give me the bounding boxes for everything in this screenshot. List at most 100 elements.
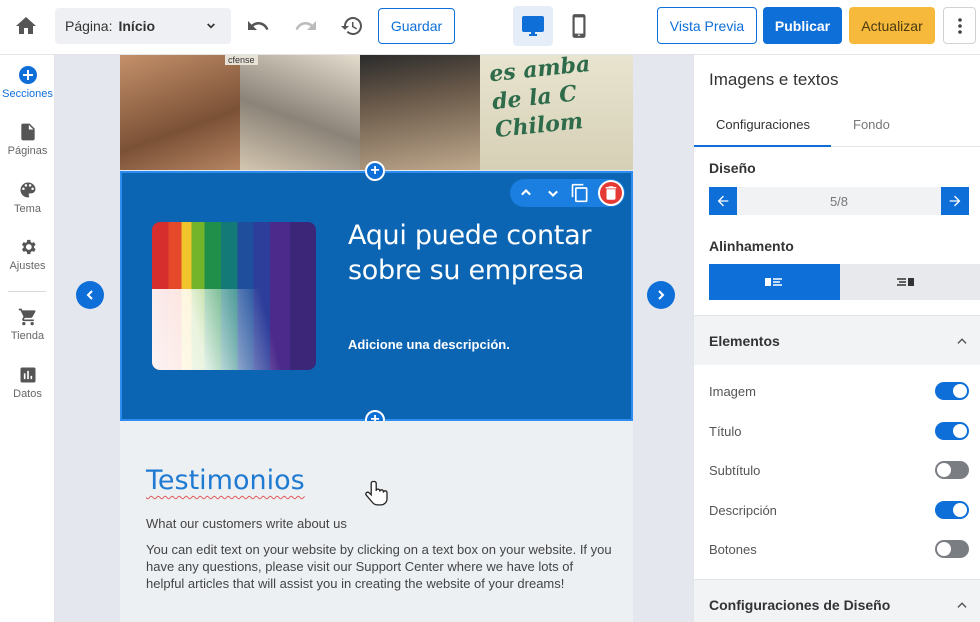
hero-image[interactable]: cfense es amba de la C Chilom (120, 55, 633, 170)
toggle-label: Descripción (709, 503, 777, 518)
hero-image-patch (120, 55, 250, 170)
design-stepper: 5/8 (709, 187, 969, 215)
hero-image-patch (360, 55, 480, 170)
toggle-label: Botones (709, 542, 757, 557)
sidebar-divider (8, 291, 46, 292)
design-label: Diseño (709, 160, 756, 176)
add-section-above-button[interactable]: + (365, 161, 385, 181)
descripcion-toggle[interactable] (935, 501, 969, 519)
previous-design-button[interactable] (76, 281, 104, 309)
sidebar-item-secciones[interactable]: Secciones (0, 65, 55, 100)
toggle-row-botones: Botones (709, 540, 969, 560)
hero-image-patch (240, 55, 360, 170)
toggle-row-imagem: Imagem (709, 382, 969, 402)
publish-button[interactable]: Publicar (763, 7, 842, 44)
editor-canvas[interactable]: cfense es amba de la C Chilom + + Aqui p… (55, 55, 693, 622)
sidebar-item-label: Datos (13, 388, 42, 400)
toggle-row-titulo: Título (709, 422, 969, 442)
save-button[interactable]: Guardar (378, 8, 455, 44)
align-image-left-button[interactable] (709, 264, 840, 300)
sidebar-item-label: Páginas (7, 145, 48, 157)
move-up-icon[interactable] (516, 183, 536, 203)
more-vertical-icon (957, 17, 962, 34)
sidebar-item-label: Ajustes (9, 260, 46, 272)
elements-section-header[interactable]: Elementos (694, 315, 980, 365)
chevron-up-icon (957, 602, 967, 608)
chevron-up-icon (957, 338, 967, 344)
plus-circle-icon (18, 66, 37, 84)
testimonials-section[interactable]: Testimonios What our customers write abo… (120, 421, 633, 622)
elements-label: Elementos (709, 333, 780, 349)
page-select-label: Página: (65, 18, 113, 34)
toggle-row-subtitulo: Subtítulo (709, 461, 969, 481)
align-image-right-button[interactable] (840, 264, 980, 300)
align-image-right-icon (897, 278, 914, 286)
section-image[interactable] (152, 222, 316, 370)
toggle-label: Subtítulo (709, 463, 761, 478)
design-config-label: Configuraciones de Diseño (709, 597, 891, 613)
more-options-button[interactable] (943, 7, 976, 44)
redo-icon[interactable] (294, 14, 318, 38)
gear-icon (21, 239, 36, 255)
home-icon[interactable] (14, 14, 38, 38)
sidebar-item-label: Secciones (2, 88, 53, 100)
palette-icon (20, 182, 35, 198)
next-design-button[interactable] (647, 281, 675, 309)
titulo-toggle[interactable] (935, 422, 969, 440)
imagem-toggle[interactable] (935, 382, 969, 400)
toggle-label: Imagem (709, 384, 756, 399)
botones-toggle[interactable] (935, 540, 969, 558)
mobile-icon[interactable] (566, 13, 592, 39)
section-toolbar (510, 179, 625, 207)
chevron-right-icon (658, 290, 665, 300)
properties-panel: Imagens e textos Configuraciones Fondo D… (693, 55, 980, 622)
chevron-down-icon (207, 23, 215, 29)
update-button[interactable]: Actualizar (849, 7, 935, 44)
sidebar-item-label: Tema (14, 203, 41, 215)
cart-icon (18, 308, 36, 326)
panel-title: Imagens e textos (709, 70, 839, 89)
design-config-section-header[interactable]: Configuraciones de Diseño (694, 579, 980, 622)
sidebar-item-label: Tienda (10, 330, 45, 342)
desktop-view-button[interactable] (513, 6, 553, 46)
tab-configuraciones[interactable]: Configuraciones (716, 117, 810, 132)
history-icon[interactable] (340, 14, 364, 38)
subtitulo-toggle[interactable] (935, 461, 969, 479)
duplicate-icon[interactable] (570, 183, 590, 203)
delete-section-button[interactable] (598, 180, 624, 206)
alignment-label: Alinhamento (709, 238, 794, 254)
align-image-left-icon (765, 278, 782, 286)
undo-icon[interactable] (246, 14, 270, 38)
preview-button[interactable]: Vista Previa (657, 7, 757, 44)
testimonials-subtitle[interactable]: What our customers write about us (146, 516, 347, 531)
desktop-icon (522, 16, 544, 36)
page-select-value: Início (118, 18, 156, 34)
sidebar-item-ajustes[interactable]: Ajustes (0, 237, 55, 272)
trash-icon (605, 186, 617, 200)
move-down-icon[interactable] (543, 183, 563, 203)
arrow-right-icon (949, 195, 961, 207)
active-tab-indicator (694, 145, 831, 147)
alignment-toggle (709, 264, 980, 300)
testimonials-body[interactable]: You can edit text on your website by cli… (146, 541, 612, 592)
section-description[interactable]: Adicione una descripción. (348, 337, 510, 352)
page-icon (20, 123, 35, 141)
design-next-button[interactable] (941, 187, 969, 215)
section-title[interactable]: Aqui puede contar sobre su empresa (348, 218, 608, 288)
tab-fondo[interactable]: Fondo (853, 117, 890, 132)
hero-wall-text: es amba de la C Chilom (488, 55, 597, 144)
testimonials-title[interactable]: Testimonios (146, 465, 305, 496)
sidebar-item-tienda[interactable]: Tienda (0, 307, 55, 342)
design-value: 5/8 (829, 194, 849, 209)
sidebar-item-tema[interactable]: Tema (0, 180, 55, 215)
page-select[interactable]: Página: Início (55, 8, 231, 44)
sidebar-item-datos[interactable]: Datos (0, 365, 55, 400)
chevron-left-icon (86, 290, 93, 300)
top-toolbar: Página: Início Guardar Vista Previa Publ… (0, 0, 980, 55)
section-image-wash (152, 288, 316, 370)
toggle-row-descripcion: Descripción (709, 501, 969, 521)
chart-icon (20, 367, 35, 383)
left-sidebar: Secciones Páginas Tema Ajustes Tienda Da… (0, 55, 55, 622)
hand-cursor-icon (365, 480, 388, 506)
sidebar-item-paginas[interactable]: Páginas (0, 122, 55, 157)
